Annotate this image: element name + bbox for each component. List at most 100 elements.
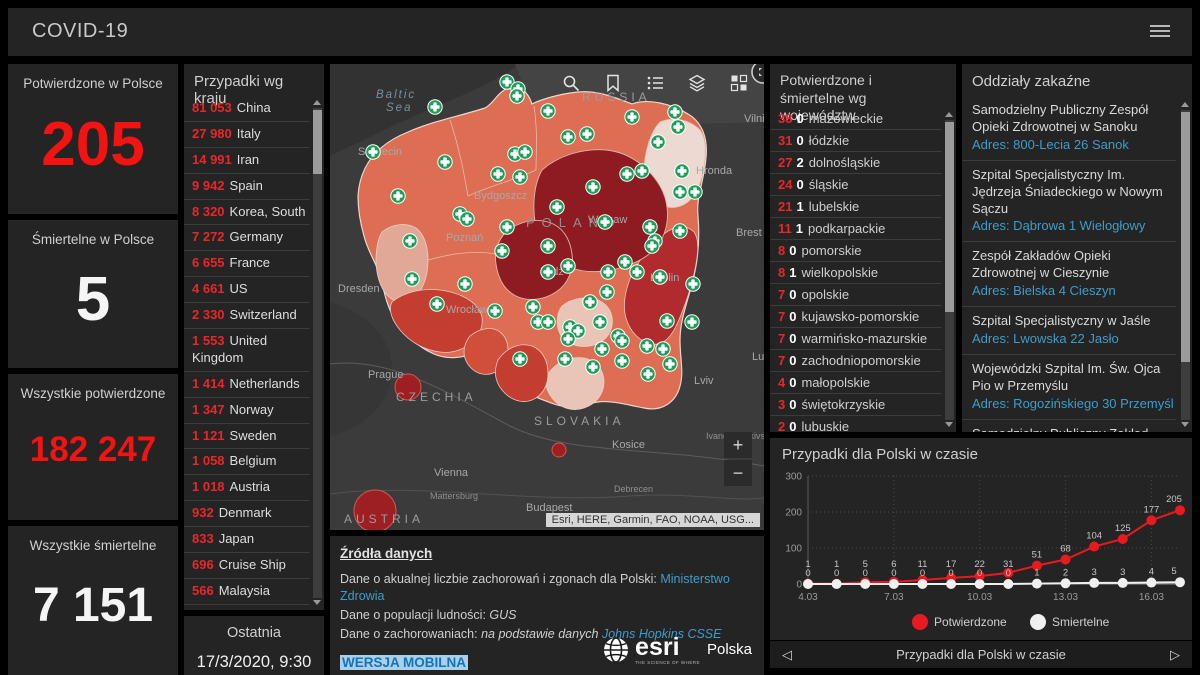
hospital-marker[interactable] [615, 334, 629, 348]
hospital-marker[interactable] [663, 357, 677, 371]
voivodeship-row[interactable]: 380mazowieckie [770, 108, 942, 130]
hospital-marker[interactable] [405, 272, 419, 286]
country-row[interactable]: 439Canada [184, 605, 310, 610]
hospital-marker[interactable] [541, 315, 555, 329]
voivodeship-row[interactable]: 20lubuskie [770, 416, 942, 432]
country-row[interactable]: 14 991Iran [184, 148, 310, 174]
voivodeship-row[interactable]: 70kujawsko-pomorskie [770, 306, 942, 328]
scroll-up-icon[interactable] [945, 112, 953, 117]
hospital-marker[interactable] [561, 259, 575, 273]
country-row[interactable]: 6 655France [184, 251, 310, 277]
hospital-marker[interactable] [656, 342, 670, 356]
hospital-row[interactable]: Szpital Specjalistyczny Im. Jędrzeja Śni… [962, 161, 1176, 243]
country-row[interactable]: 7 272Germany [184, 225, 310, 251]
voivodeship-row[interactable]: 30świętokrzyskie [770, 394, 942, 416]
next-chart-arrow[interactable]: ▷ [1170, 641, 1180, 668]
hospital-marker[interactable] [685, 315, 699, 329]
hospital-marker[interactable] [635, 164, 649, 178]
hospital-marker[interactable] [598, 215, 612, 229]
voivodeship-row[interactable]: 310łódzkie [770, 130, 942, 152]
hospital-address-link[interactable]: Adres: Bielska 4 Cieszyn [972, 283, 1116, 298]
scroll-down-icon[interactable] [1181, 422, 1189, 427]
scroll-up-icon[interactable] [313, 100, 321, 105]
voivodeship-row[interactable]: 211lubelskie [770, 196, 942, 218]
prev-chart-arrow[interactable]: ◁ [782, 641, 792, 668]
poland-map[interactable]: BalticSeaRUSSIAVilniHrondaBrestLutPOLAND… [330, 64, 764, 530]
hospital-row[interactable]: Wojewódzki Szpital Im. Św. Ojca Pio w Pr… [962, 355, 1176, 420]
hospital-marker[interactable] [615, 354, 629, 368]
scroll-down-icon[interactable] [313, 600, 321, 605]
hospital-marker[interactable] [488, 304, 502, 318]
hospital-row[interactable]: Szpital Specjalistyczny w JaśleAdres: Lw… [962, 307, 1176, 355]
hospital-row[interactable]: Zespół Zakładów Opieki Zdrowotnej w Cies… [962, 242, 1176, 307]
legend-icon[interactable] [646, 74, 664, 92]
hospital-marker[interactable] [601, 265, 615, 279]
hospital-marker[interactable] [513, 352, 527, 366]
scroll-up-icon[interactable] [1181, 102, 1189, 107]
country-row[interactable]: 4 661US [184, 277, 310, 303]
basemap-icon[interactable] [730, 74, 748, 92]
hospital-marker[interactable] [653, 270, 667, 284]
hospital-marker[interactable] [625, 110, 639, 124]
hospital-marker[interactable] [645, 239, 659, 253]
hospital-marker[interactable] [688, 185, 702, 199]
hospital-marker[interactable] [495, 244, 509, 258]
hospital-marker[interactable] [491, 167, 505, 181]
scroll-down-icon[interactable] [945, 422, 953, 427]
scrollbar-thumb[interactable] [1181, 112, 1190, 362]
voivodeship-row[interactable]: 70warmińsko-mazurskie [770, 328, 942, 350]
search-icon[interactable] [562, 74, 580, 92]
hospital-marker[interactable] [668, 105, 682, 119]
hospital-marker[interactable] [513, 170, 527, 184]
country-row[interactable]: 8 320Korea, South [184, 200, 310, 226]
hospital-marker[interactable] [595, 342, 609, 356]
hospital-marker[interactable] [391, 189, 405, 203]
hospital-marker[interactable] [673, 185, 687, 199]
hospital-marker[interactable] [673, 224, 687, 238]
hospital-marker[interactable] [675, 164, 689, 178]
hospital-marker[interactable] [641, 367, 655, 381]
voivodeship-row[interactable]: 70zachodniopomorskie [770, 350, 942, 372]
country-row[interactable]: 1 553United Kingdom [184, 329, 310, 372]
hospital-row[interactable]: Samodzielny Publiczny Zespół Opieki Zdro… [962, 96, 1176, 161]
country-row[interactable]: 1 347Norway [184, 398, 310, 424]
hospital-marker[interactable] [671, 120, 685, 134]
hospital-marker[interactable] [643, 220, 657, 234]
hospital-marker[interactable] [541, 104, 555, 118]
hospital-marker[interactable] [561, 130, 575, 144]
hospital-marker[interactable] [593, 315, 607, 329]
hospital-marker[interactable] [510, 89, 524, 103]
mobile-version-link[interactable]: WERSJA MOBILNA [340, 655, 468, 670]
hospital-marker[interactable] [651, 135, 665, 149]
hospital-marker[interactable] [620, 167, 634, 181]
hospital-marker[interactable] [586, 360, 600, 374]
hospital-marker[interactable] [630, 265, 644, 279]
hospital-marker[interactable] [660, 314, 674, 328]
country-row[interactable]: 1 018Austria [184, 475, 310, 501]
voivodeship-row[interactable]: 272dolnośląskie [770, 152, 942, 174]
hospital-marker[interactable] [580, 127, 594, 141]
hospital-address-link[interactable]: Adres: 800-Lecia 26 Sanok [972, 137, 1129, 152]
country-row[interactable]: 2 330Switzerland [184, 303, 310, 329]
hospital-marker[interactable] [438, 155, 452, 169]
voivodeship-row[interactable]: 240śląskie [770, 174, 942, 196]
hospital-marker[interactable] [430, 297, 444, 311]
country-row[interactable]: 566Malaysia [184, 579, 310, 605]
country-row[interactable]: 696Cruise Ship [184, 553, 310, 579]
country-row[interactable]: 1 414Netherlands [184, 372, 310, 398]
country-row[interactable]: 1 121Sweden [184, 424, 310, 450]
scrollbar-thumb[interactable] [313, 110, 322, 174]
hospital-marker[interactable] [366, 145, 380, 159]
hospital-marker[interactable] [558, 352, 572, 366]
bookmark-icon[interactable] [604, 74, 622, 92]
voivodeship-row[interactable]: 70opolskie [770, 284, 942, 306]
voivodeship-row[interactable]: 40małopolskie [770, 372, 942, 394]
hospital-marker[interactable] [561, 332, 575, 346]
hospital-marker[interactable] [686, 277, 700, 291]
country-row[interactable]: 833Japan [184, 527, 310, 553]
hospital-marker[interactable] [618, 255, 632, 269]
zoom-out-button[interactable]: − [724, 460, 752, 486]
zoom-in-button[interactable]: + [724, 432, 752, 458]
hospital-row[interactable]: Samodzielny Publiczny Zakład Opieki Zdro… [962, 420, 1176, 432]
hospital-marker[interactable] [583, 295, 597, 309]
